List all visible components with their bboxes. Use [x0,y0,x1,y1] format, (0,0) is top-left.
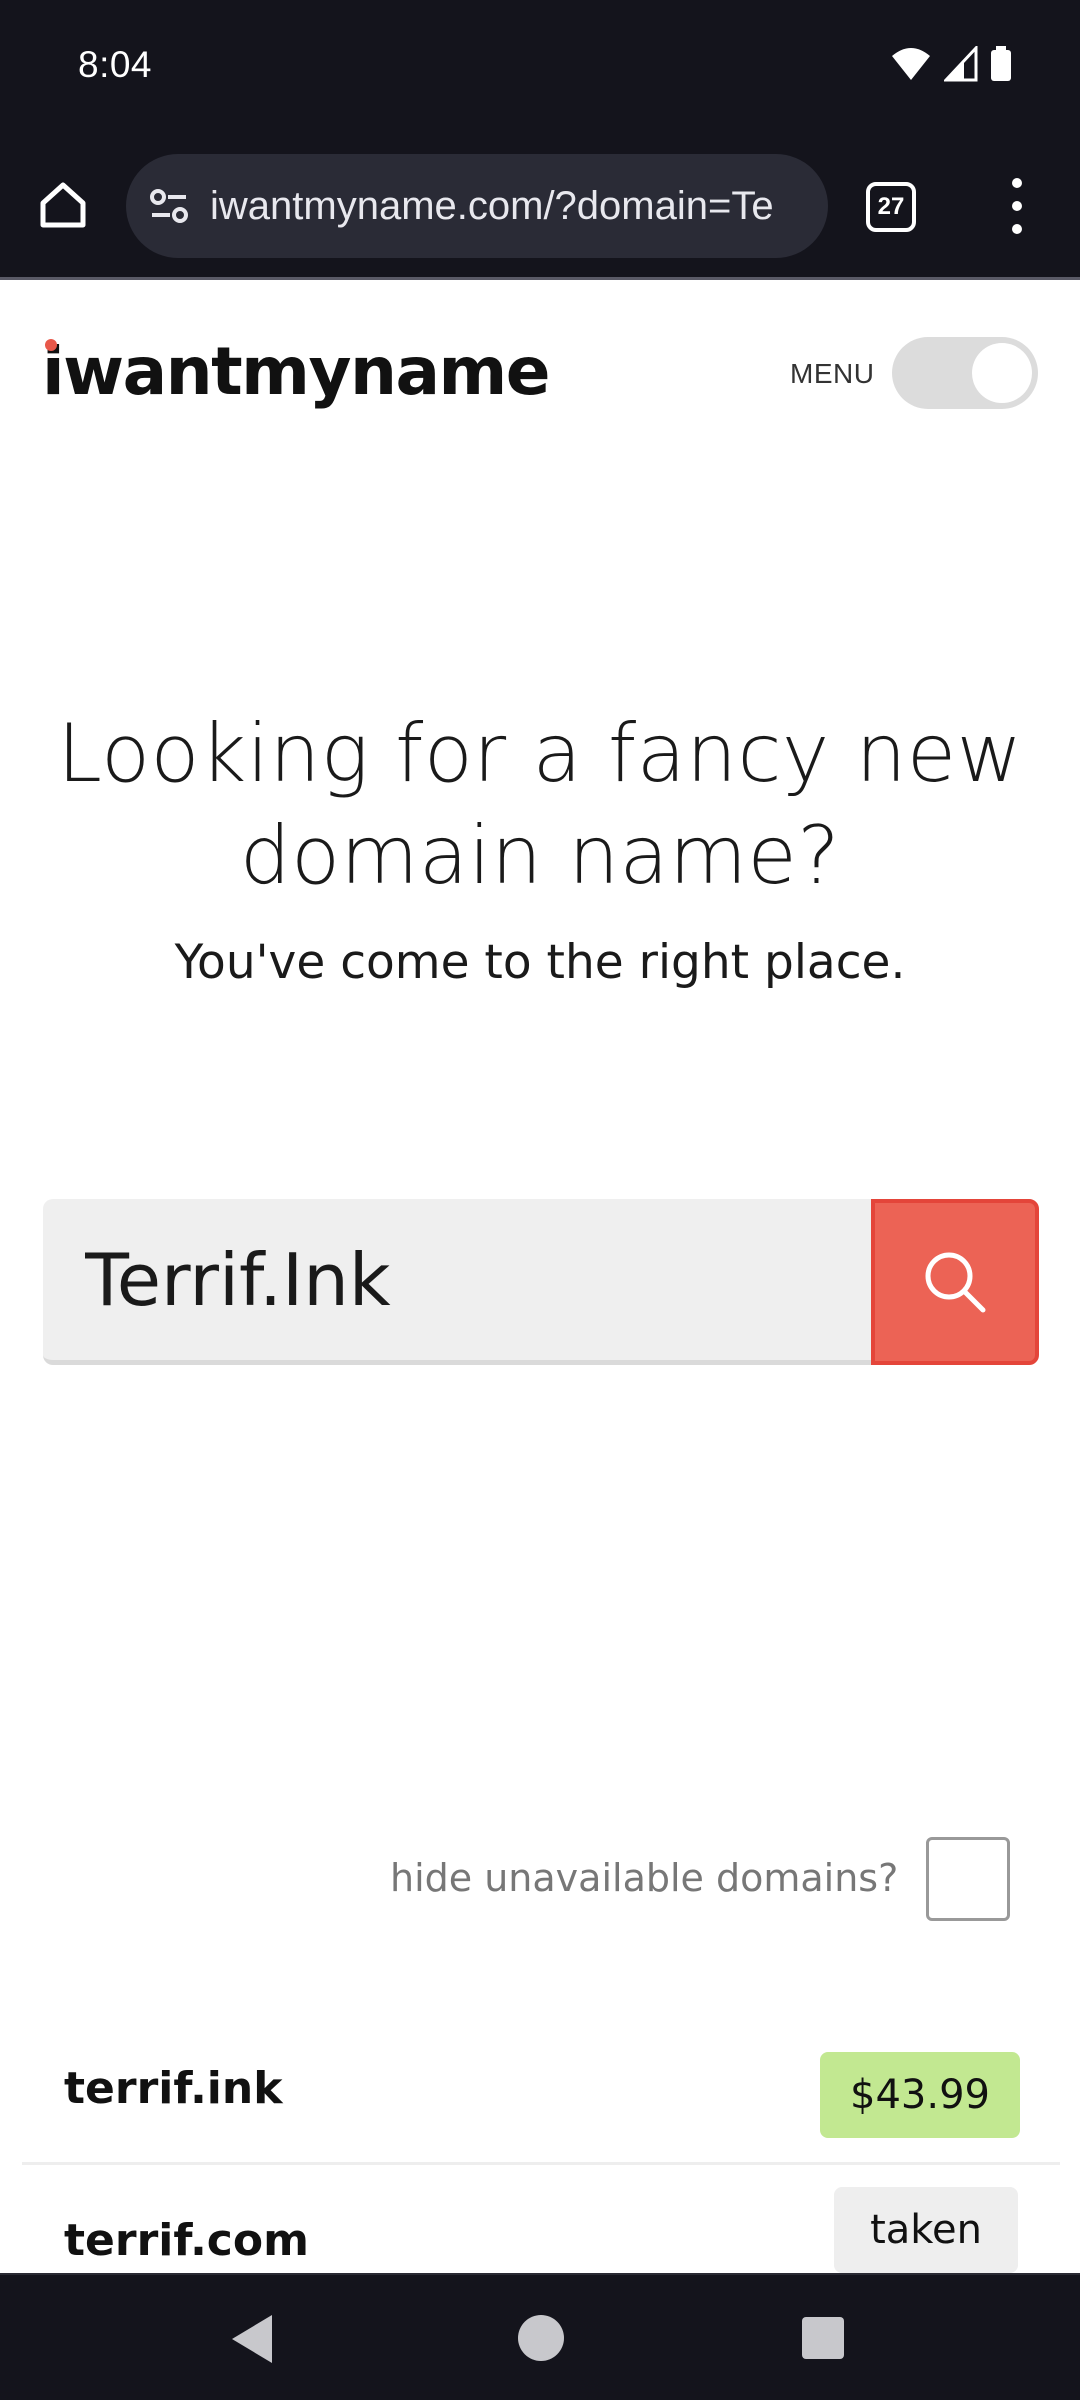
back-icon[interactable] [232,2315,272,2363]
recents-icon[interactable] [802,2317,844,2359]
battery-icon [991,46,1011,81]
domain-name[interactable]: terrif.ink [64,2063,282,2114]
tab-switcher-button[interactable]: 27 [866,182,916,232]
site-settings-icon[interactable] [146,183,192,229]
domain-result-row[interactable]: terrif.com taken [22,2185,1060,2273]
hide-unavailable-checkbox[interactable] [926,1837,1010,1921]
menu-toggle[interactable] [892,337,1038,409]
status-bar: 8:04 [0,0,1080,130]
home-button[interactable] [30,172,96,238]
domain-search [43,1199,1039,1365]
search-icon [925,1252,986,1313]
domain-name[interactable]: terrif.com [64,2215,309,2266]
site-logo[interactable]: iwantmyname [42,333,551,410]
logo-dot [45,339,57,351]
logo-text: iwantmyname [42,333,551,410]
hide-unavailable-label: hide unavailable domains? [390,1856,899,1900]
address-bar[interactable]: iwantmyname.com/?domain=Te [126,154,828,258]
domain-search-input[interactable] [43,1199,873,1365]
hero-subhead: You've come to the right place. [174,935,906,990]
home-circle-icon[interactable] [518,2315,564,2361]
taken-badge: taken [834,2187,1018,2273]
browser-toolbar: iwantmyname.com/?domain=Te 27 [0,130,1080,280]
wifi-icon [892,48,930,80]
menu-label: MENU [790,358,875,389]
signal-icon [944,46,978,82]
status-icons [890,46,1012,82]
more-options-icon[interactable] [1000,170,1034,242]
status-time: 8:04 [78,44,153,85]
system-nav-bar [0,2273,1080,2400]
home-icon [40,182,86,228]
web-page: iwantmyname MENU Looking for a fancy new… [0,283,1080,2273]
domain-result-row[interactable]: terrif.ink $43.99 [22,2015,1060,2165]
price-badge[interactable]: $43.99 [820,2052,1020,2138]
url-text: iwantmyname.com/?domain=Te [210,183,774,228]
hero-headline: Looking for a fancy new domain name? [57,707,1023,902]
menu-toggle-knob [972,343,1032,403]
search-button[interactable] [871,1199,1039,1365]
